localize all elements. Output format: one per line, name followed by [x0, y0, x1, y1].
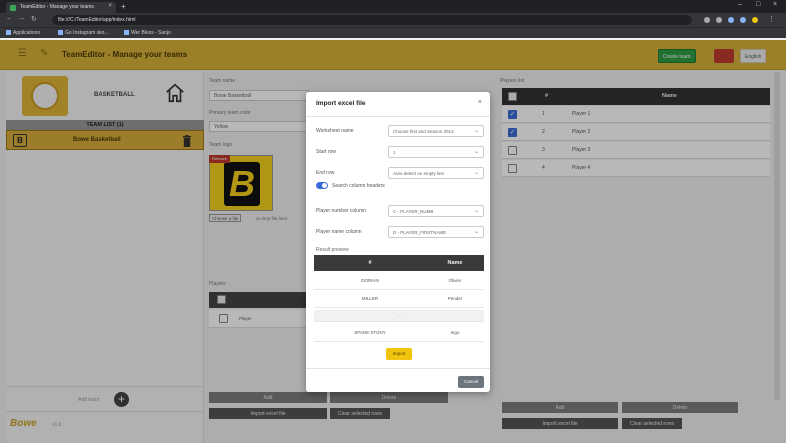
num-column-header: # [368, 260, 372, 266]
tab-title: TeamEditor - Manage your teams [20, 4, 94, 10]
result-table-header: # Name [314, 255, 484, 271]
close-icon[interactable]: × [478, 99, 482, 106]
table-row: MILLER Pender [314, 290, 484, 308]
app-favicon-icon [10, 5, 16, 11]
table-row: SPADE STONY Ingo [314, 324, 484, 342]
browser-toolbar: ← → ↻ file:///C:/TeamEditor/app/index.ht… [0, 13, 786, 27]
bookmark-icon [58, 30, 63, 36]
minimize-icon[interactable]: – [738, 1, 742, 8]
window-close-icon[interactable]: × [773, 1, 777, 8]
start-row-select[interactable]: 1 ⌄ [388, 146, 484, 158]
table-row-ellipsis: ... [314, 310, 484, 322]
extension-icon[interactable] [716, 17, 722, 23]
cancel-button[interactable]: Cancel [458, 376, 484, 388]
bookmark-item[interactable]: Applications [6, 30, 40, 36]
import-button[interactable]: Import [386, 348, 412, 360]
chevron-down-icon: ⌄ [473, 208, 479, 214]
table-row: DORIAN Olivier [314, 272, 484, 290]
import-excel-dialog: Import excel file × Worksheet name Choos… [306, 92, 490, 392]
profile-avatar[interactable] [752, 17, 758, 23]
search-headers-label: Search column headers [332, 183, 385, 189]
browser-tabbar: TeamEditor - Manage your teams × + – □ × [0, 0, 786, 13]
player-name-label: Player name column [316, 229, 362, 235]
end-row-select[interactable]: Auto-detect on empty line ⌄ [388, 167, 484, 179]
chevron-down-icon: ⌄ [473, 128, 479, 134]
extension-icon[interactable] [704, 17, 710, 23]
extension-icon[interactable] [728, 17, 734, 23]
chevron-down-icon: ⌄ [473, 170, 479, 176]
chevron-down-icon: ⌄ [473, 229, 479, 235]
name-column-header: Name [447, 260, 463, 266]
worksheet-label: Worksheet name [316, 128, 354, 134]
dialog-title: Import excel file [316, 100, 366, 107]
chevron-down-icon: ⌄ [473, 149, 479, 155]
bookmark-item[interactable]: Wer Bless - Sanjo [124, 30, 171, 36]
end-row-label: End row [316, 170, 335, 176]
divider [306, 116, 490, 117]
bookmarks-bar: Applications Go Instagram sko... Wer Ble… [0, 27, 786, 38]
tab-close-icon[interactable]: × [108, 3, 112, 9]
bookmark-item[interactable]: Go Instagram sko... [58, 30, 109, 36]
toggle-knob [322, 183, 327, 188]
search-headers-toggle[interactable] [316, 182, 328, 189]
new-tab-icon[interactable]: + [121, 2, 126, 11]
result-preview-label: Result preview [316, 247, 349, 253]
forward-icon[interactable]: → [18, 15, 25, 22]
bookmark-icon [124, 30, 129, 36]
divider [306, 368, 490, 369]
start-row-label: Start row [316, 149, 337, 155]
apps-icon [6, 30, 11, 36]
menu-dots-icon[interactable]: ⋮ [768, 15, 775, 23]
player-name-select[interactable]: D - PLAYER_FIRSTNAME ⌄ [388, 226, 484, 238]
back-icon[interactable]: ← [6, 15, 13, 22]
browser-tab[interactable]: TeamEditor - Manage your teams × [6, 2, 116, 13]
extension-icon[interactable] [740, 17, 746, 23]
worksheet-select[interactable]: Choose first and Season 2013 ⌄ [388, 125, 484, 137]
player-number-select[interactable]: C - PLAYER_NUMB ⌄ [388, 205, 484, 217]
address-bar[interactable]: file:///C:/TeamEditor/app/index.html [52, 15, 692, 25]
reload-icon[interactable]: ↻ [31, 15, 37, 23]
player-number-label: Player number column [316, 208, 367, 214]
maximize-icon[interactable]: □ [756, 1, 760, 8]
